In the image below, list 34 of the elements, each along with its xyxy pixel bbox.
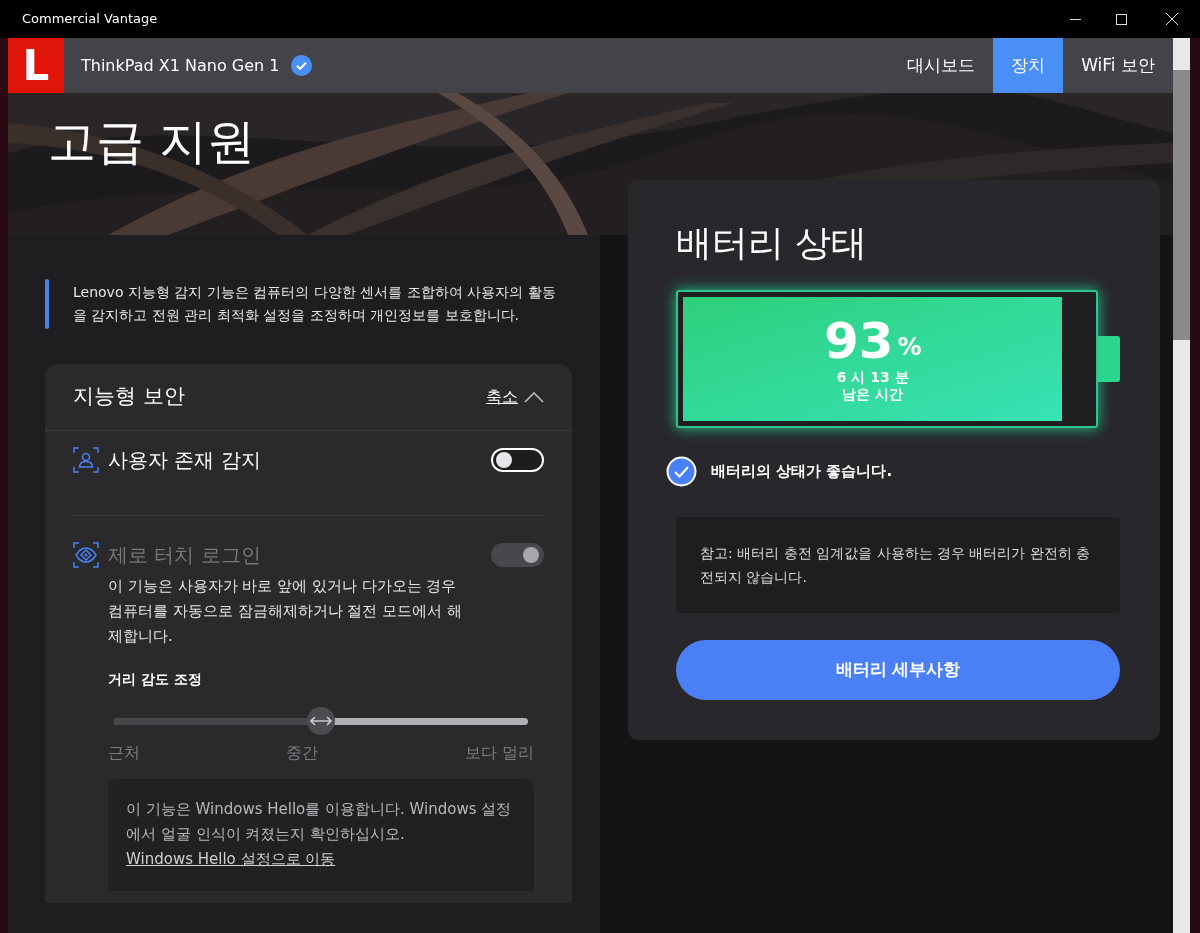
battery-terminal [1098,336,1120,382]
feature-label: 사용자 존재 감지 [108,447,261,474]
health-status: 배터리의 상태가 좋습니다. [711,461,893,483]
settings-link[interactable]: Windows Hello 설정으로 이동 [126,848,336,871]
person-scan-icon [73,447,99,473]
percent-unit: % [897,332,922,363]
intro-text: Lenovo 지능형 감지 기능은 컴퓨터의 다양한 센서를 조합하여 사용자의 활동을 감지하고 전원 관리 최적화 설정을 조정하며 개인정보를 보호합니다. [72,283,557,325]
device-name: ThinkPad X1 Nano Gen 1 [81,54,280,77]
logo: L [8,38,64,93]
note-text: 이 기능은 Windows Hello를 이용합니다. Windows 설정에서 얼굴 인식이 켜졌는지 확인하십시오. [126,799,513,845]
time-remaining-label: 남은 시간 [842,386,904,403]
slider-thumb[interactable] [307,707,335,735]
nav-tab[interactable]: 대시보드 [889,38,994,93]
chevron-up-icon [524,391,544,403]
collapse-link[interactable]: 축소 [486,385,544,409]
card-title: 배터리 상태 [676,221,869,265]
note-text: 참고: 배터리 충전 임계값을 사용하는 경우 배터리가 완전히 충전되지 않습니다. [700,544,1092,587]
battery-percent: 93 [823,315,894,367]
eye-scan-icon [73,542,99,568]
double-arrow-icon [310,715,332,727]
maximize-icon [1115,13,1127,25]
nav-tab[interactable]: WiFi 보안 [1063,38,1173,93]
battery-details-button[interactable]: 배터리 세부사항 [676,640,1120,700]
slider-label: 근처 [108,742,140,764]
feature-label: 제로 터치 로그인 [108,542,261,569]
feature-description: 이 기능은 사용자가 바로 앞에 있거나 다가오는 경우 컴퓨터를 자동으로 잠금해제하거나 절전 모드에서 해제합니다. [108,576,463,647]
close-icon [1166,13,1178,25]
card-title: 지능형 보안 [73,383,185,411]
slider-label: 보다 멀리 [464,742,534,764]
page-title: 고급 지원 [48,112,257,171]
time-remaining: 6 시 13 분 [836,369,909,386]
window-title: Commercial Vantage [21,10,158,29]
slider-label: 중간 [286,742,319,764]
section-heading: 거리 감도 조정 [108,670,203,689]
